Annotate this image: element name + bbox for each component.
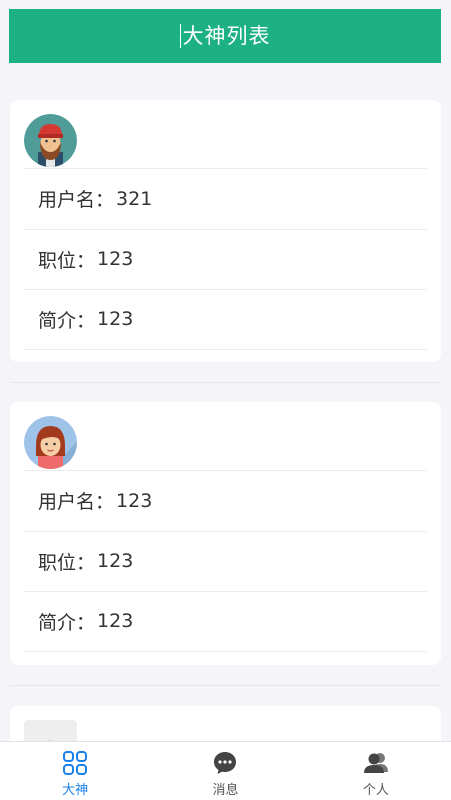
users-icon bbox=[363, 753, 388, 773]
grid-icon bbox=[63, 751, 88, 775]
intro-value: 123 bbox=[97, 308, 134, 331]
intro-row: 简介： 123 bbox=[24, 289, 427, 350]
position-row: 职位： 123 bbox=[24, 530, 427, 592]
tab-profile[interactable]: 个人 bbox=[301, 742, 451, 800]
position-row: 职位： 123 bbox=[24, 228, 427, 290]
intro-row: 简介： 123 bbox=[24, 591, 427, 652]
divider bbox=[10, 382, 441, 383]
intro-value: 123 bbox=[97, 610, 134, 633]
intro-label: 简介： bbox=[38, 611, 96, 634]
tab-masters[interactable]: 大神 bbox=[0, 742, 150, 800]
page-title: 大神列表 bbox=[179, 24, 271, 48]
divider bbox=[10, 685, 441, 686]
username-row: 用户名： 123 bbox=[24, 470, 427, 531]
username-label: 用户名： bbox=[38, 189, 115, 212]
username-label: 用户名： bbox=[38, 491, 115, 514]
position-label: 职位： bbox=[38, 249, 96, 272]
tab-label: 个人 bbox=[362, 783, 389, 798]
username-value: 321 bbox=[116, 187, 153, 210]
woman-avatar bbox=[24, 416, 77, 469]
user-card[interactable]: 用户名： 321 职位： 123 简介： 123 bbox=[10, 100, 441, 362]
position-label: 职位： bbox=[38, 551, 96, 574]
username-row: 用户名： 321 bbox=[24, 168, 427, 229]
intro-label: 简介： bbox=[38, 309, 96, 332]
user-card[interactable]: 用户名： 123 职位： 123 简介： 123 bbox=[10, 402, 441, 665]
chat-icon bbox=[214, 752, 237, 774]
card-header bbox=[10, 100, 441, 168]
card-header bbox=[10, 402, 441, 470]
position-value: 123 bbox=[97, 248, 134, 271]
username-value: 123 bbox=[116, 489, 153, 512]
bearded-man-avatar bbox=[24, 114, 77, 167]
tab-label: 消息 bbox=[212, 783, 239, 798]
tab-bar: 大神 消息 个人 bbox=[0, 741, 451, 800]
tab-messages[interactable]: 消息 bbox=[150, 742, 300, 800]
position-value: 123 bbox=[97, 550, 134, 573]
app-header: 大神列表 bbox=[9, 9, 441, 63]
tab-label: 大神 bbox=[62, 783, 89, 798]
